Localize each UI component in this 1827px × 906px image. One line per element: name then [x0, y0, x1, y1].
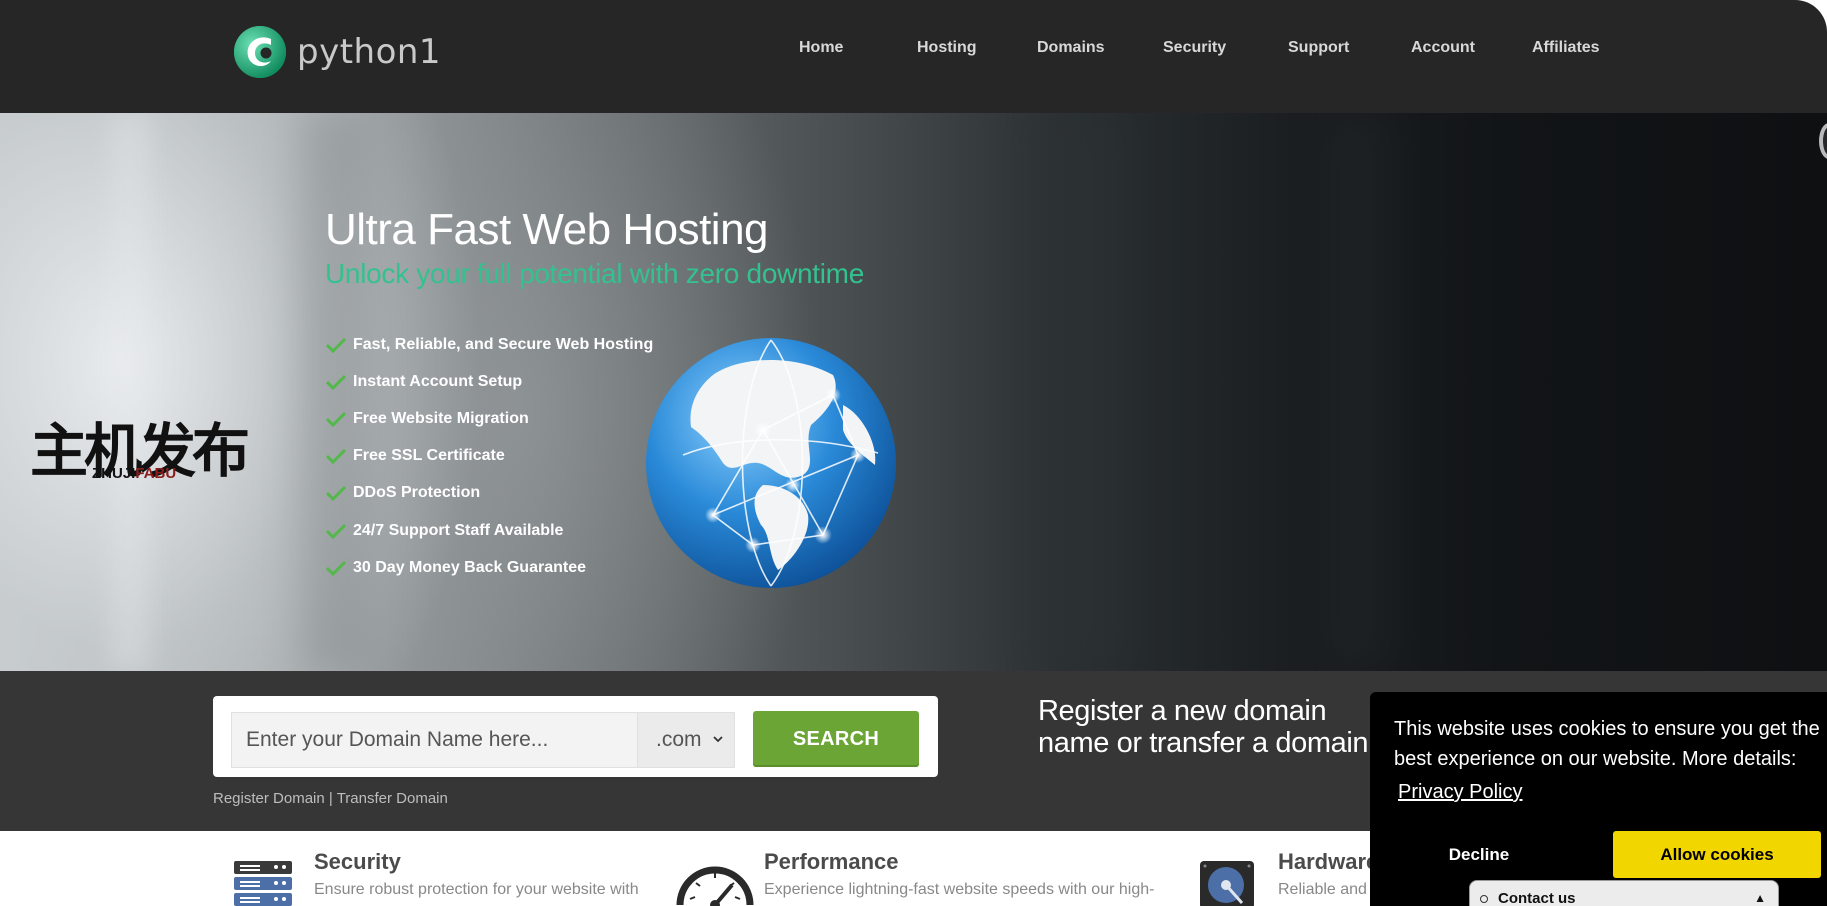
site-header: python1 Home Hosting Domains Security Su… — [0, 0, 1827, 113]
cookie-message: This website uses cookies to ensure you … — [1394, 718, 1820, 770]
contact-us-label: Contact us — [1498, 890, 1576, 906]
feature-text: Fast, Reliable, and Secure Web Hosting — [353, 335, 654, 353]
chevron-down-icon — [713, 736, 723, 743]
checkmark-icon — [325, 449, 347, 465]
checkmark-icon — [325, 560, 347, 576]
contact-status-icon — [1480, 895, 1488, 903]
server-icon — [234, 861, 292, 906]
register-domain-link[interactable]: Register Domain — [213, 790, 325, 807]
list-item: Free Website Migration — [325, 400, 653, 437]
feature-text: 24/7 Support Staff Available — [353, 521, 564, 539]
watermark-en-b: FABU — [135, 465, 177, 482]
nav-account[interactable]: Account — [1411, 39, 1475, 57]
nav-support[interactable]: Support — [1288, 39, 1349, 57]
feature-text: Free SSL Certificate — [353, 447, 505, 465]
hero-title: Ultra Fast Web Hosting — [325, 205, 769, 254]
hero-bg-stripe — [1040, 113, 1130, 671]
feature-text: Free Website Migration — [353, 409, 529, 427]
checkmark-icon — [325, 337, 347, 353]
link-separator: | — [324, 790, 337, 807]
domain-links: Register Domain | Transfer Domain — [213, 790, 448, 807]
carousel-control[interactable] — [1819, 123, 1827, 159]
tld-select[interactable]: .com — [637, 712, 735, 768]
domain-search-box: .com SEARCH — [213, 696, 938, 777]
feature-text: 30 Day Money Back Guarantee — [353, 558, 586, 576]
hero-banner: Ultra Fast Web Hosting Unlock your full … — [0, 113, 1827, 671]
hero-subtitle: Unlock your full potential with zero dow… — [325, 258, 864, 289]
checkmark-icon — [325, 486, 347, 502]
hard-drive-icon — [1200, 861, 1254, 906]
feature-list: Fast, Reliable, and Secure Web Hosting I… — [325, 326, 653, 586]
feature-title: Security — [314, 849, 401, 874]
watermark-logo: 主机发布 ZHUJIFABU — [30, 421, 250, 482]
nav-security[interactable]: Security — [1163, 39, 1226, 57]
nav-domains[interactable]: Domains — [1037, 39, 1105, 57]
list-item: Fast, Reliable, and Secure Web Hosting — [325, 326, 653, 363]
speedometer-icon — [676, 866, 754, 906]
hero-bg-stripe — [110, 113, 150, 671]
globe-icon — [646, 338, 896, 588]
nav-home[interactable]: Home — [799, 39, 843, 57]
list-item: Free SSL Certificate — [325, 438, 653, 475]
list-item: Instant Account Setup — [325, 363, 653, 400]
privacy-policy-link[interactable]: Privacy Policy — [1398, 781, 1522, 804]
allow-cookies-button[interactable]: Allow cookies — [1613, 831, 1821, 878]
feature-card-security: Security Ensure robust protection for yo… — [232, 849, 652, 906]
list-item: 24/7 Support Staff Available — [325, 512, 653, 549]
nav-affiliates[interactable]: Affiliates — [1532, 39, 1600, 57]
feature-desc: Reliable and — [1278, 881, 1367, 898]
register-domain-text: Register a new domain name or transfer a… — [1038, 695, 1378, 759]
contact-us-widget[interactable]: Contact us ▲ — [1469, 880, 1779, 906]
transfer-domain-link[interactable]: Transfer Domain — [337, 790, 448, 807]
list-item: 30 Day Money Back Guarantee — [325, 549, 653, 586]
main-nav: Home Hosting Domains Security Support Ac… — [0, 39, 1827, 63]
watermark-en-text: ZHUJIFABU — [92, 465, 176, 482]
register-domain-text-span: Register a new domain name or transfer a… — [1038, 695, 1369, 759]
nav-hosting[interactable]: Hosting — [917, 39, 977, 57]
list-item: DDoS Protection — [325, 475, 653, 512]
hero-bg-stripe — [1330, 113, 1390, 671]
domain-search-input[interactable] — [231, 712, 637, 768]
watermark-en-a: ZHUJI — [92, 465, 136, 482]
feature-card-performance: Performance Experience lightning-fast we… — [676, 849, 1156, 906]
checkmark-icon — [325, 523, 347, 539]
cookie-banner: This website uses cookies to ensure you … — [1370, 692, 1827, 906]
feature-desc: Ensure robust protection for your websit… — [314, 881, 639, 898]
search-button[interactable]: SEARCH — [753, 711, 919, 767]
feature-desc: Experience lightning-fast website speeds… — [764, 881, 1155, 898]
checkmark-icon — [325, 411, 347, 427]
decline-cookies-button[interactable]: Decline — [1400, 831, 1558, 878]
feature-card-hardware: Hardware Reliable and — [1198, 849, 1398, 906]
feature-title: Performance — [764, 849, 899, 874]
feature-text: Instant Account Setup — [353, 372, 523, 390]
feature-title: Hardware — [1278, 849, 1379, 874]
tld-selected-value: .com — [656, 728, 702, 751]
feature-text: DDoS Protection — [353, 484, 481, 502]
chevron-up-icon: ▲ — [1754, 891, 1766, 905]
checkmark-icon — [325, 374, 347, 390]
